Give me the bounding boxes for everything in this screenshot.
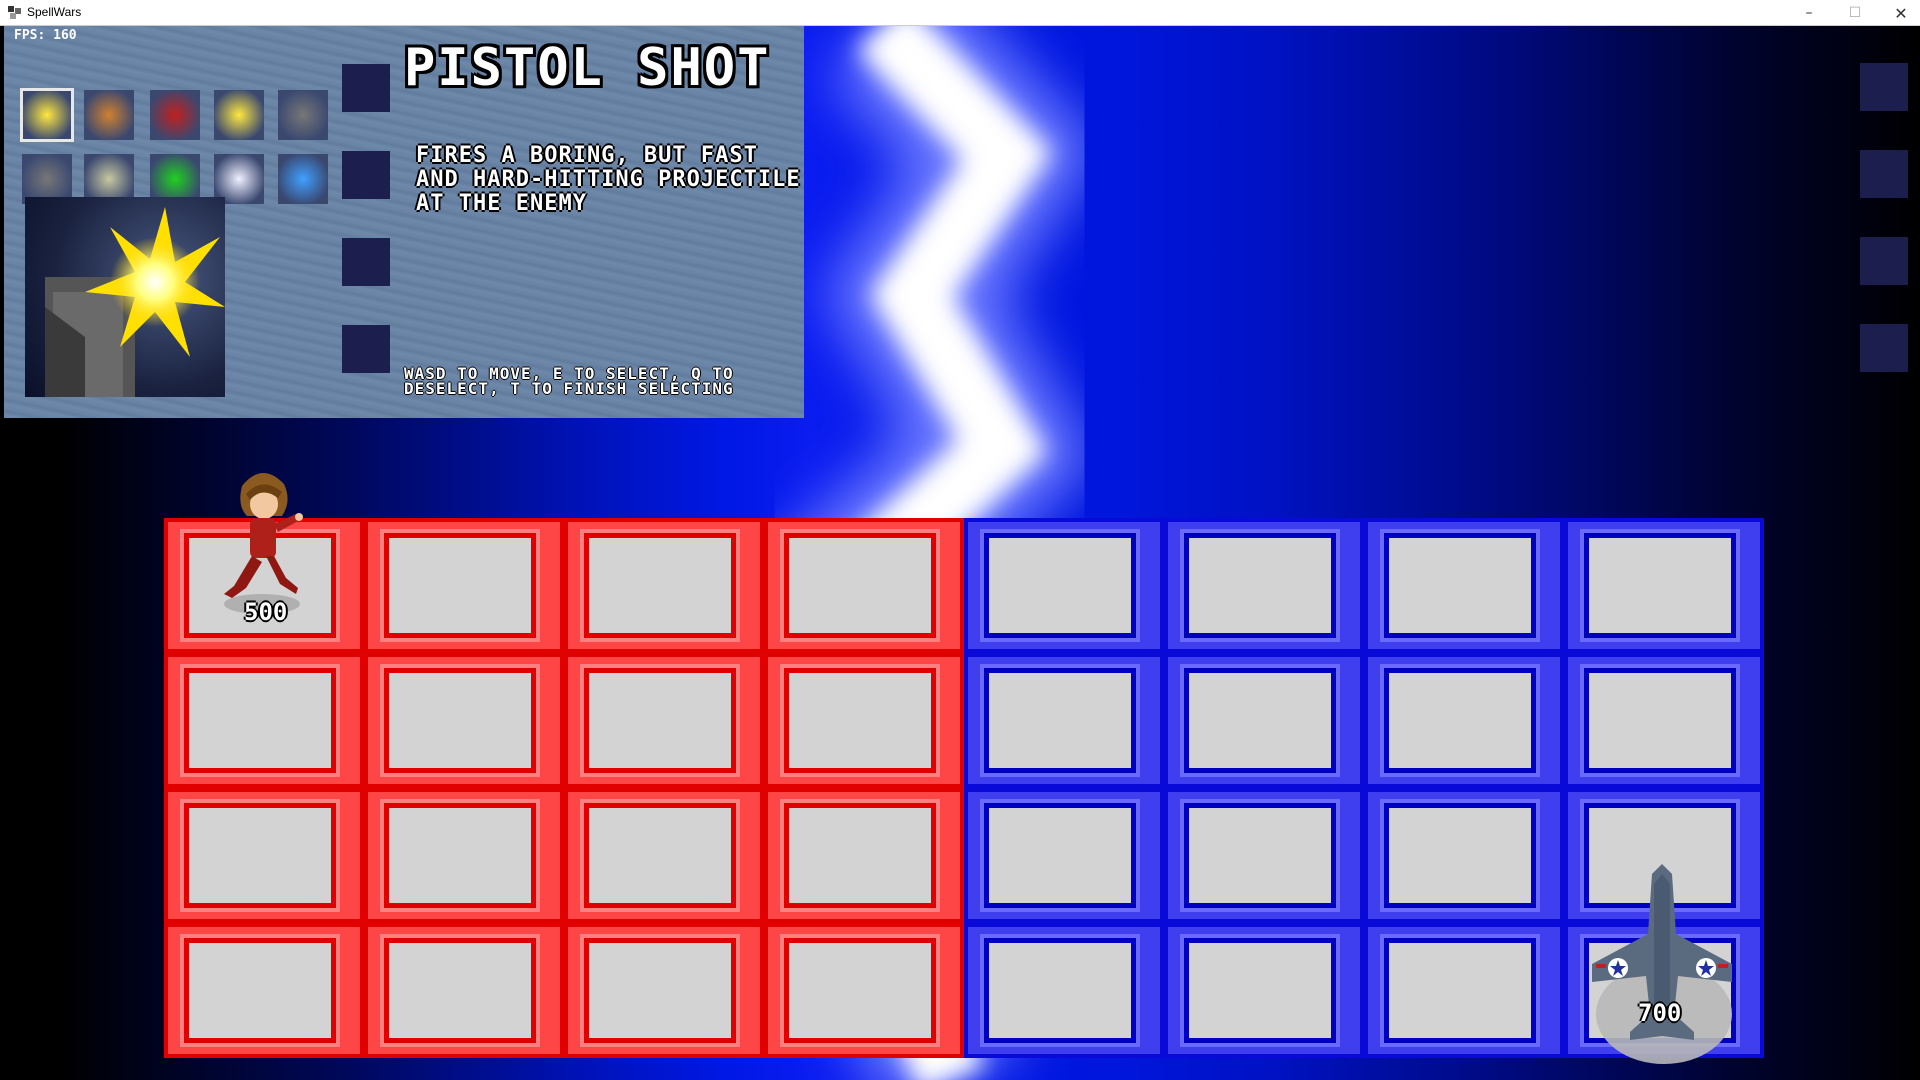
chip-name: PISTOL SHOT [404, 38, 771, 98]
tile-panel [784, 533, 936, 638]
enemy-chip-slot [1860, 150, 1908, 198]
enemy-tile [1564, 518, 1764, 653]
player-tile [764, 923, 964, 1058]
maximize-button[interactable]: ☐ [1832, 0, 1878, 26]
enemy-tile [1364, 923, 1564, 1058]
player-tile [364, 923, 564, 1058]
enemy-tile [964, 788, 1164, 923]
enemy-chip-slot [1860, 324, 1908, 372]
tile-panel [1584, 533, 1736, 638]
tile-panel [984, 938, 1136, 1043]
tile-panel [784, 803, 936, 908]
player-tile [364, 653, 564, 788]
player-tile [564, 788, 764, 923]
enemy-tile [964, 518, 1164, 653]
player-tile [164, 923, 364, 1058]
enemy-chip-slot [1860, 237, 1908, 285]
tile-panel [1384, 803, 1536, 908]
player-tile [164, 788, 364, 923]
chip-cannon-icon[interactable] [278, 90, 328, 140]
chip-preview-image [25, 197, 225, 397]
player-hp: 500 [244, 598, 288, 626]
pistol-icon [45, 207, 225, 397]
tile-panel [1184, 533, 1336, 638]
player-character [224, 472, 303, 614]
chip-description: FIRES A BORING, BUT FAST AND HARD-HITTIN… [416, 143, 801, 216]
tile-panel [184, 803, 336, 908]
tile-panel [384, 668, 536, 773]
window-titlebar: SpellWars – ☐ ✕ [0, 0, 1920, 26]
enemy-hp: 700 [1638, 999, 1682, 1027]
tile-panel [784, 668, 936, 773]
player-tile [764, 518, 964, 653]
selected-chip-slot[interactable] [342, 151, 390, 199]
controls-hint: WASD TO MOVE, E TO SELECT, Q TO DESELECT… [404, 364, 734, 398]
enemy-tile [1364, 653, 1564, 788]
minimize-button[interactable]: – [1786, 0, 1832, 26]
key-t: T [510, 379, 521, 398]
tile-panel [184, 668, 336, 773]
tile-panel [984, 533, 1136, 638]
selected-chip-slot[interactable] [342, 325, 390, 373]
player-tile [764, 653, 964, 788]
enemy-chip-slot [1860, 63, 1908, 111]
enemy-tile [1364, 788, 1564, 923]
tile-panel [1384, 938, 1536, 1043]
tile-panel [384, 938, 536, 1043]
tile-panel [1384, 533, 1536, 638]
player-tile [764, 788, 964, 923]
enemy-tile [964, 923, 1164, 1058]
tile-panel [384, 803, 536, 908]
tile-panel [1584, 668, 1736, 773]
tile-panel [1184, 668, 1336, 773]
chip-gatling-icon[interactable] [84, 90, 134, 140]
enemy-tile [1164, 923, 1364, 1058]
tile-panel [584, 533, 736, 638]
tile-panel [984, 803, 1136, 908]
player-tile [164, 653, 364, 788]
chip-pistol-shot-icon[interactable] [20, 88, 74, 142]
tile-panel [584, 938, 736, 1043]
tile-panel [584, 803, 736, 908]
chip-rocket-icon[interactable] [150, 90, 200, 140]
enemy-jet [1592, 864, 1732, 1064]
tile-panel [984, 668, 1136, 773]
enemy-tile [1564, 653, 1764, 788]
enemy-tile [1364, 518, 1564, 653]
player-tile [364, 518, 564, 653]
tile-panel [1184, 938, 1336, 1043]
close-button[interactable]: ✕ [1878, 0, 1920, 26]
enemy-tile [1164, 788, 1364, 923]
tile-panel [584, 668, 736, 773]
enemy-tile [1164, 653, 1364, 788]
tile-panel [384, 533, 536, 638]
player-tile [564, 653, 764, 788]
enemy-tile [964, 653, 1164, 788]
game-canvas[interactable]: FPS: 160 PISTOL SHOT FIRES A BORING, BUT… [2, 26, 1920, 1080]
selected-chip-slot[interactable] [342, 238, 390, 286]
player-tile [564, 923, 764, 1058]
window-title: SpellWars [27, 5, 82, 19]
tile-panel [184, 938, 336, 1043]
player-tile [564, 518, 764, 653]
chip-ice-burst-icon[interactable] [278, 154, 328, 204]
tile-panel [1384, 668, 1536, 773]
fps-counter: FPS: 160 [14, 28, 77, 43]
selected-chip-slot[interactable] [342, 64, 390, 112]
player-tile [364, 788, 564, 923]
app-icon [8, 6, 21, 19]
tile-panel [1184, 803, 1336, 908]
tile-panel [784, 938, 936, 1043]
enemy-tile [1164, 518, 1364, 653]
chip-star-icon[interactable] [214, 90, 264, 140]
chip-selection-panel: PISTOL SHOT FIRES A BORING, BUT FAST AND… [4, 26, 804, 418]
battle-grid [164, 518, 1764, 1058]
